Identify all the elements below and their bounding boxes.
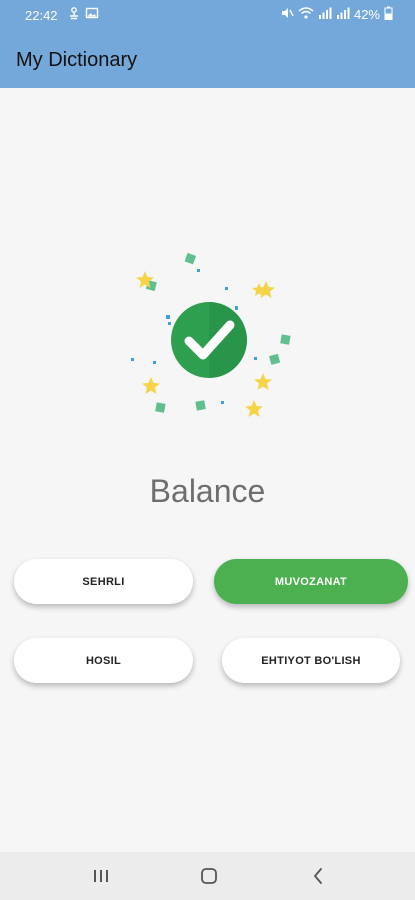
signal-icon: [336, 6, 350, 23]
back-button[interactable]: [303, 862, 333, 890]
home-button[interactable]: [194, 862, 224, 890]
option-button-hosil[interactable]: HOSIL: [14, 638, 193, 683]
recent-apps-button[interactable]: [86, 862, 116, 890]
battery-icon: [384, 6, 393, 23]
quiz-word: Balance: [149, 473, 266, 509]
home-icon: [201, 868, 217, 884]
signal-icon: [318, 6, 332, 23]
app-title: My Dictionary: [16, 49, 138, 71]
option-button-muvozanat[interactable]: MUVOZANAT: [214, 559, 408, 604]
status-bar: 22:42 42%: [0, 0, 415, 32]
back-icon: [314, 868, 322, 884]
status-time: 22:42: [25, 8, 58, 23]
usb-debug-icon: [67, 6, 81, 23]
status-left-icons: [67, 6, 99, 23]
option-label: HOSIL: [85, 654, 122, 667]
option-button-sehrli[interactable]: SEHRLI: [14, 559, 193, 604]
image-icon: [85, 6, 99, 23]
option-button-ehtiyot-bolish[interactable]: EHTIYOT BO'LISH: [222, 638, 400, 683]
option-label: MUVOZANAT: [274, 575, 348, 588]
battery-percent: 42%: [353, 7, 380, 22]
status-right: 42%: [280, 6, 393, 23]
recent-apps-icon: [94, 870, 108, 882]
option-label: SEHRLI: [82, 575, 125, 588]
success-illustration: [125, 245, 295, 425]
navigation-bar: [0, 852, 415, 900]
option-label: EHTIYOT BO'LISH: [261, 654, 361, 667]
mute-icon: [280, 6, 294, 23]
wifi-icon: [298, 6, 314, 23]
app-bar: 22:42 42% My Dictionary: [0, 0, 415, 88]
success-checkmark-icon: [131, 252, 291, 417]
